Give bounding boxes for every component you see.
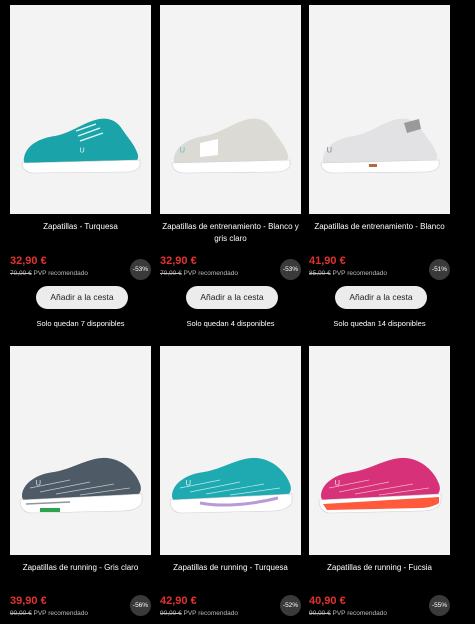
shoe-image: ᵁ [19,457,143,514]
product-name[interactable]: Zapatillas de running - Fucsia [305,562,454,574]
svg-text:ᵁ: ᵁ [36,479,41,491]
discount-badge: -53% [280,259,301,280]
pvp-label: PVP recomendado [332,270,387,277]
discount-badge: -56% [130,595,151,616]
original-price: 90,00 € PVP recomendado [160,610,238,617]
sale-price: 42,90 € [160,595,197,607]
strikethrough-price: 70,00 € [10,270,32,277]
product-image[interactable]: ᵁ [309,346,450,555]
product-name[interactable]: Zapatillas de entrenamiento - Blanco [305,221,454,233]
shoe-image: ᵁ [21,118,141,174]
strikethrough-price: 85,00 € [309,270,331,277]
product-name[interactable]: Zapatillas de running - Gris claro [6,562,155,574]
pvp-label: PVP recomendado [183,270,238,277]
discount-badge: -52% [280,595,301,616]
product-image[interactable]: ᵁ [10,5,151,214]
shoe-image: ᵁ [171,118,291,174]
pvp-label: PVP recomendado [33,610,88,617]
product-image[interactable]: ᵁ [309,5,450,214]
shoe-image: ᵁ [318,457,442,514]
product-card[interactable]: ᵁ Zapatillas de running - Gris claro 39,… [10,346,151,624]
strikethrough-price: 70,00 € [160,270,182,277]
product-card[interactable]: ᵁ Zapatillas de running - Turquesa 42,90… [160,346,301,624]
svg-text:ᵁ: ᵁ [186,479,191,491]
discount-badge: -51% [429,259,450,280]
product-card[interactable]: ᵁ Zapatillas - Turquesa 32,90 € 70,00 € … [10,5,151,335]
product-name[interactable]: Zapatillas - Turquesa [6,221,155,233]
stock-notice: Solo quedan 7 disponibles [36,319,125,328]
add-to-cart-button[interactable]: Añadir a la cesta [186,286,278,309]
original-price: 90,00 € PVP recomendado [309,610,387,617]
original-price: 85,00 € PVP recomendado [309,270,387,277]
add-to-cart-button[interactable]: Añadir a la cesta [335,286,427,309]
product-image[interactable]: ᵁ [160,346,301,555]
shoe-image: ᵁ [320,118,440,174]
pvp-label: PVP recomendado [33,270,88,277]
strikethrough-price: 90,00 € [309,610,331,617]
product-card[interactable]: ᵁ Zapatillas de entrenamiento - Blanco y… [160,5,301,335]
discount-badge: -53% [130,259,151,280]
stock-notice: Solo quedan 14 disponibles [333,319,426,328]
svg-text:ᵁ: ᵁ [180,146,185,158]
stock-notice: Solo quedan 4 disponibles [186,319,275,328]
svg-text:ᵁ: ᵁ [335,479,340,491]
discount-badge: -55% [429,595,450,616]
product-card[interactable]: ᵁ Zapatillas de running - Fucsia 40,90 €… [309,346,450,624]
shoe-image: ᵁ [169,457,293,514]
product-image[interactable]: ᵁ [160,5,301,214]
sale-price: 39,90 € [10,595,47,607]
product-card[interactable]: ᵁ Zapatillas de entrenamiento - Blanco 4… [309,5,450,335]
svg-text:ᵁ: ᵁ [327,146,332,158]
sale-price: 32,90 € [10,255,47,267]
pvp-label: PVP recomendado [183,610,238,617]
original-price: 70,00 € PVP recomendado [10,270,88,277]
product-name[interactable]: Zapatillas de entrenamiento - Blanco y g… [156,221,305,245]
strikethrough-price: 90,00 € [160,610,182,617]
strikethrough-price: 90,00 € [10,610,32,617]
product-name[interactable]: Zapatillas de running - Turquesa [156,562,305,574]
original-price: 70,00 € PVP recomendado [160,270,238,277]
product-image[interactable]: ᵁ [10,346,151,555]
sale-price: 32,90 € [160,255,197,267]
pvp-label: PVP recomendado [332,610,387,617]
svg-text:ᵁ: ᵁ [80,147,85,158]
original-price: 90,00 € PVP recomendado [10,610,88,617]
sale-price: 40,90 € [309,595,346,607]
sale-price: 41,90 € [309,255,346,267]
add-to-cart-button[interactable]: Añadir a la cesta [36,286,128,309]
